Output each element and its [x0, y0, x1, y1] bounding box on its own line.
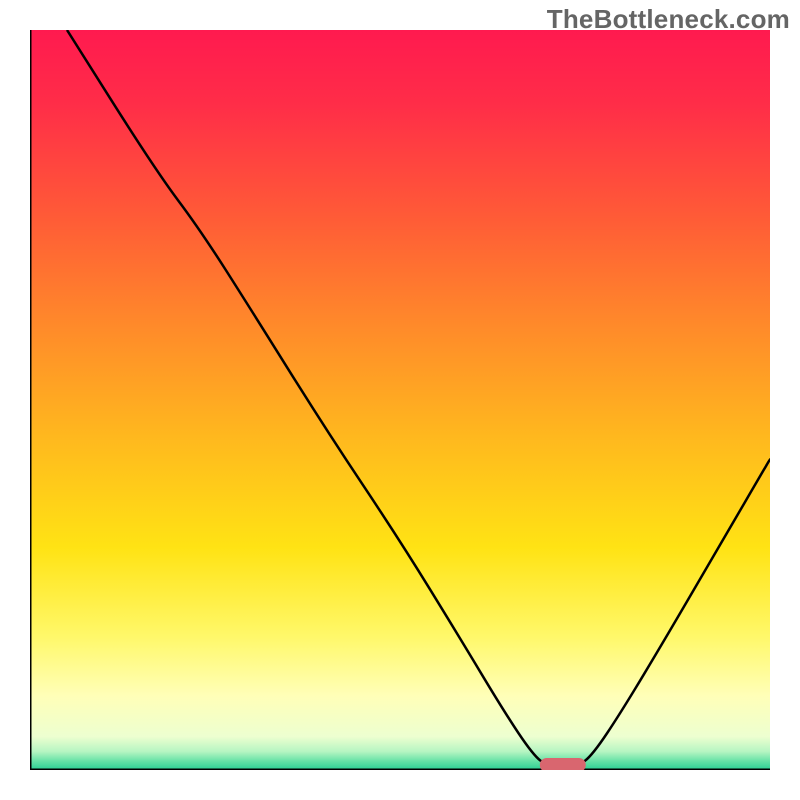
plot-area: [30, 30, 770, 770]
optimal-marker: [540, 758, 586, 770]
chart-container: TheBottleneck.com: [0, 0, 800, 800]
gradient-background: [30, 30, 770, 770]
plot-svg: [30, 30, 770, 770]
